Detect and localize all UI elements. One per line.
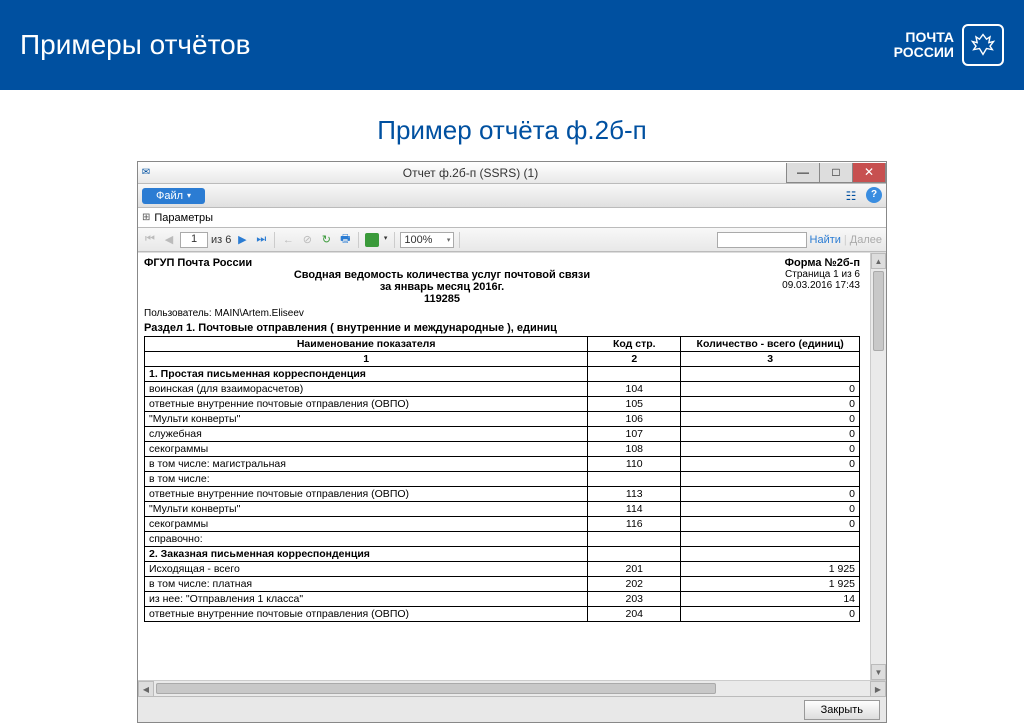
help-icon[interactable]: ? [866, 187, 882, 203]
report-table: Наименование показателя Код стр. Количес… [144, 336, 860, 622]
org-name: ФГУП Почта России [144, 257, 252, 269]
scroll-left-icon[interactable]: ◀ [138, 681, 154, 697]
subtitle: Пример отчёта ф.2б-п [0, 115, 1024, 146]
close-window-button[interactable]: ✕ [852, 163, 886, 183]
report-code: 119285 [144, 293, 740, 305]
table-row: в том числе: магистральная1100 [145, 457, 860, 472]
logo-line1: ПОЧТА [894, 30, 954, 45]
banner-title: Примеры отчётов [20, 29, 251, 61]
table-row: воинская (для взаиморасчетов)1040 [145, 382, 860, 397]
col-qty: Количество - всего (единиц) [681, 337, 860, 352]
table-row: справочно: [145, 532, 860, 547]
scroll-thumb[interactable] [873, 271, 884, 351]
scroll-down-icon[interactable]: ▼ [871, 664, 886, 680]
table-row: секограммы1160 [145, 517, 860, 532]
minimize-button[interactable]: — [786, 163, 820, 183]
table-row: из нее: "Отправления 1 класса"20314 [145, 592, 860, 607]
table-row: в том числе: платная2021 925 [145, 577, 860, 592]
logo: ПОЧТА РОССИИ [894, 24, 1004, 66]
col-name: Наименование показателя [145, 337, 588, 352]
scroll-right-icon[interactable]: ▶ [870, 681, 886, 697]
parameters-label: Параметры [154, 212, 213, 224]
menubar: Файл ☷ ? [138, 184, 886, 208]
close-button[interactable]: Закрыть [804, 700, 880, 720]
slide-banner: Примеры отчётов ПОЧТА РОССИИ [0, 0, 1024, 90]
table-row: "Мульти конверты"1060 [145, 412, 860, 427]
timestamp: 09.03.2016 17:43 [740, 280, 860, 291]
col-code: Код стр. [588, 337, 681, 352]
window-footer: Закрыть [138, 696, 886, 722]
of-label: из [211, 234, 222, 246]
last-page-icon[interactable]: ⏭ [253, 232, 269, 248]
logo-line2: РОССИИ [894, 45, 954, 60]
total-pages: 6 [225, 234, 231, 246]
report-viewport: ФГУП Почта России Форма №2б-п Сводная ве… [138, 253, 870, 680]
find-next-link[interactable]: Далее [850, 234, 882, 246]
form-name: Форма №2б-п [785, 257, 860, 269]
find-link[interactable]: Найти [810, 234, 841, 246]
table-row: служебная1070 [145, 427, 860, 442]
table-row: ответные внутренние почтовые отправления… [145, 607, 860, 622]
page-info: Страница 1 из 6 [740, 269, 860, 280]
table-row: "Мульти конверты"1140 [145, 502, 860, 517]
table-row: в том числе: [145, 472, 860, 487]
customize-icon[interactable]: ☷ [842, 187, 860, 205]
parameters-bar[interactable]: ⊞ Параметры [138, 208, 886, 228]
page-number-input[interactable]: 1 [180, 232, 208, 248]
vertical-scrollbar[interactable]: ▲ ▼ [870, 253, 886, 680]
table-row: ответные внутренние почтовые отправления… [145, 397, 860, 412]
horizontal-scrollbar[interactable]: ◀ ▶ [138, 680, 886, 696]
titlebar: ✉ Отчет ф.2б-п (SSRS) (1) — □ ✕ [138, 162, 886, 184]
report-toolbar: ⏮ ◀ 1 из 6 ▶ ⏭ ← ⊘ ↻ 🖶 100% Найти | Дале… [138, 228, 886, 252]
report-title-2: за январь месяц 2016г. [144, 281, 740, 293]
app-icon: ✉ [138, 167, 154, 178]
first-page-icon[interactable]: ⏮ [142, 232, 158, 248]
report-title-1: Сводная ведомость количества услуг почто… [144, 269, 740, 281]
table-row: 2. Заказная письменная корреспонденция [145, 547, 860, 562]
scroll-up-icon[interactable]: ▲ [871, 253, 886, 269]
back-icon[interactable]: ← [280, 232, 296, 248]
table-row: 1. Простая письменная корреспонденция [145, 367, 860, 382]
table-row: Исходящая - всего2011 925 [145, 562, 860, 577]
file-menu[interactable]: Файл [142, 188, 205, 204]
scroll-thumb-h[interactable] [156, 683, 716, 694]
export-icon[interactable] [364, 232, 380, 248]
table-row: ответные внутренние почтовые отправления… [145, 487, 860, 502]
report-window: ✉ Отчет ф.2б-п (SSRS) (1) — □ ✕ Файл ☷ ?… [137, 161, 887, 723]
section-title: Раздел 1. Почтовые отправления ( внутрен… [144, 322, 860, 334]
expand-icon: ⊞ [142, 212, 150, 223]
maximize-button[interactable]: □ [819, 163, 853, 183]
user-label: Пользователь: MAIN\Artem.Eliseev [144, 308, 860, 319]
search-input[interactable] [717, 232, 807, 248]
stop-icon[interactable]: ⊘ [299, 232, 315, 248]
prev-page-icon[interactable]: ◀ [161, 232, 177, 248]
print-icon[interactable]: 🖶 [337, 232, 353, 248]
refresh-icon[interactable]: ↻ [318, 232, 334, 248]
zoom-select[interactable]: 100% [400, 232, 454, 248]
table-row: секограммы1080 [145, 442, 860, 457]
eagle-icon [962, 24, 1004, 66]
next-page-icon[interactable]: ▶ [234, 232, 250, 248]
window-title: Отчет ф.2б-п (SSRS) (1) [154, 166, 787, 180]
